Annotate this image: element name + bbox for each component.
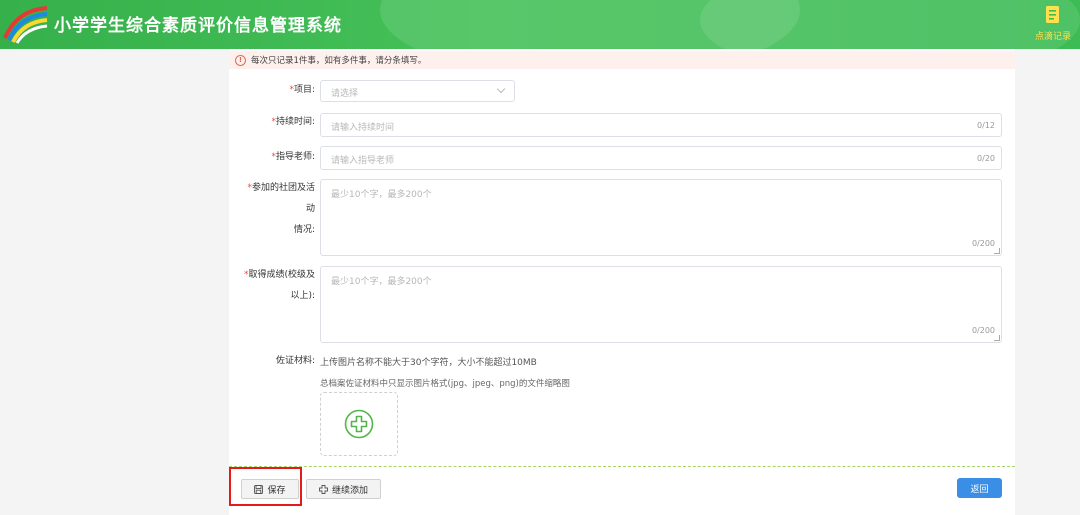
info-icon: ! (235, 54, 246, 66)
footer-divider (229, 466, 1015, 467)
notebook-icon (1046, 6, 1059, 23)
duration-placeholder: 请输入持续时间 (331, 123, 395, 133)
achievement-textarea[interactable]: 最少10个字，最多200个 0/200 (320, 266, 1002, 343)
duration-input[interactable]: 请输入持续时间 0/12 (320, 113, 1002, 137)
achievement-label: *取得成绩(校级及 以上): (241, 265, 315, 307)
resize-handle-icon[interactable] (994, 335, 1000, 341)
teacher-label-text: 指导老师: (275, 152, 315, 162)
record-label: 点滴记录 (1034, 32, 1071, 42)
plus-circle-icon (344, 409, 374, 439)
save-icon (254, 484, 264, 494)
achievement-count: 0/200 (971, 326, 995, 335)
project-select[interactable]: 请选择 (320, 80, 515, 102)
teacher-input[interactable]: 请输入指导老师 0/20 (320, 146, 1002, 170)
form-panel: ! 每次只记录1件事，如有多件事，请分条填写。 *项目: 请选择 *持续时间: … (229, 49, 1015, 515)
alert-banner: ! 每次只记录1件事，如有多件事，请分条填写。 (229, 51, 1015, 69)
plus-icon (319, 484, 328, 494)
save-label: 保存 (267, 485, 286, 496)
project-placeholder: 请选择 (331, 89, 359, 99)
app-title: 小学学生综合素质评价信息管理系统 (54, 16, 342, 36)
achievement-label-line1: 取得成绩(校级及 (248, 270, 315, 280)
header-decoration (700, 0, 1080, 49)
chevron-down-icon (496, 84, 506, 94)
alert-text: 每次只记录1件事，如有多件事，请分条填写。 (251, 56, 427, 66)
continue-add-label: 继续添加 (331, 485, 368, 496)
achievement-placeholder: 最少10个字，最多200个 (331, 277, 432, 287)
record-button[interactable]: 点滴记录 (1030, 5, 1076, 43)
project-label-text: 项目: (293, 85, 315, 95)
evidence-hint-size: 上传图片名称不能大于30个字符，大小不能超过10MB (320, 358, 537, 368)
save-button[interactable]: 保存 (241, 479, 299, 499)
duration-count: 0/12 (977, 121, 995, 130)
evidence-label: 佐证材料: (275, 356, 315, 366)
duration-label-text: 持续时间: (275, 117, 315, 127)
activities-count: 0/200 (971, 239, 995, 248)
activities-placeholder: 最少10个字，最多200个 (331, 190, 432, 200)
activities-label-line1: 参加的社团及活动 (251, 183, 315, 214)
continue-add-button[interactable]: 继续添加 (306, 479, 381, 499)
upload-button[interactable] (320, 392, 398, 456)
evidence-hint-format: 总档案佐证材料中只显示图片格式(jpg、jpeg、png)的文件缩略图 (320, 379, 570, 389)
app-header: 小学学生综合素质评价信息管理系统 点滴记录 (0, 0, 1080, 49)
activities-label-line2: 情况: (293, 225, 315, 235)
activities-label: *参加的社团及活动 情况: (241, 178, 315, 241)
rainbow-logo-icon (3, 6, 48, 44)
teacher-count: 0/20 (977, 154, 995, 163)
duration-label: *持续时间: (271, 112, 315, 133)
activities-textarea[interactable]: 最少10个字，最多200个 0/200 (320, 179, 1002, 256)
teacher-placeholder: 请输入指导老师 (331, 156, 395, 166)
teacher-label: *指导老师: (271, 147, 315, 168)
achievement-label-line2: 以上): (290, 291, 315, 301)
project-label: *项目: (289, 80, 315, 101)
resize-handle-icon[interactable] (994, 248, 1000, 254)
back-button[interactable]: 返回 (957, 478, 1002, 498)
